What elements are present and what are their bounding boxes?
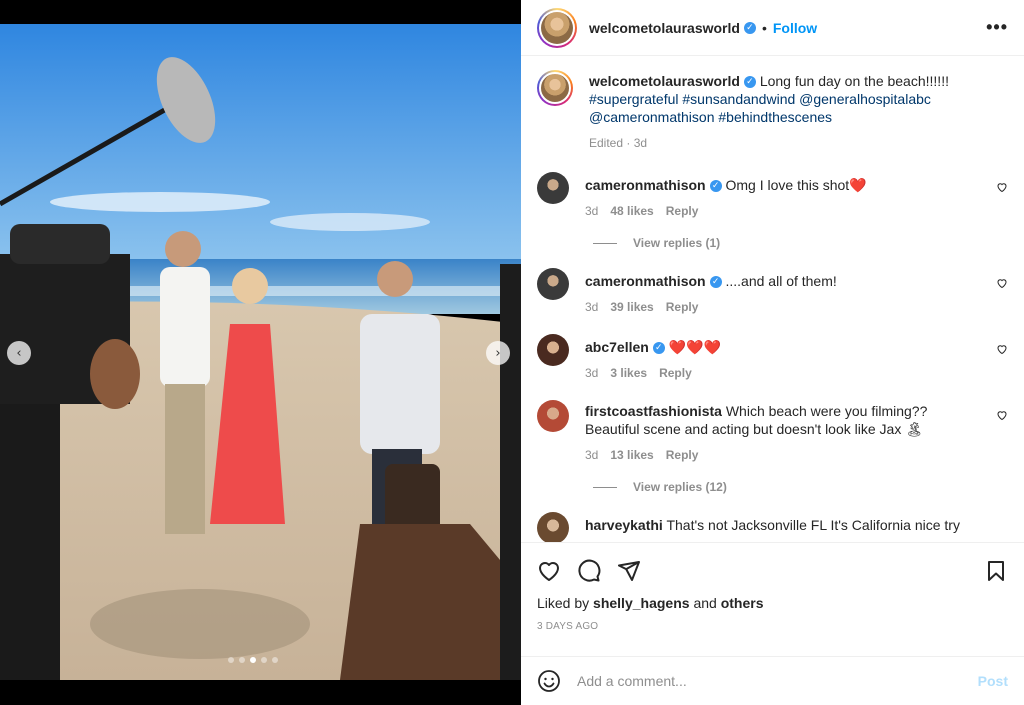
caption-text: Long fun day on the beach!!!!!! <box>759 73 949 89</box>
comment-likes[interactable]: 3 likes <box>610 366 647 380</box>
author-avatar[interactable] <box>537 7 577 48</box>
reply-button[interactable]: Reply <box>666 448 699 462</box>
heart-emoji: ❤️ <box>849 177 867 193</box>
comment-username[interactable]: cameronmathison <box>585 273 706 289</box>
save-bookmark-icon[interactable] <box>984 559 1008 583</box>
verified-icon: ✓ <box>652 342 665 355</box>
view-replies-label: View replies (1) <box>633 236 721 250</box>
comment-avatar[interactable] <box>537 334 569 366</box>
like-comment-heart-icon[interactable] <box>996 181 1008 193</box>
add-comment-bar: Post <box>521 656 1024 705</box>
comment-text: That's not Jacksonville FL It's Californ… <box>666 517 960 533</box>
comment-input[interactable] <box>577 673 978 689</box>
caption-meta: Edited · 3d <box>589 136 648 150</box>
liked-by-and: and <box>693 595 717 611</box>
author-username[interactable]: welcometolaurasworld <box>589 20 740 36</box>
post-panel: welcometolaurasworld ✓ • Follow ••• welc… <box>521 0 1024 705</box>
reply-button[interactable]: Reply <box>659 366 692 380</box>
caption-avatar[interactable] <box>537 70 573 106</box>
like-comment-heart-icon[interactable] <box>996 343 1008 355</box>
comment-row: cameronmathison ✓ ....and all of them! 3d… <box>537 268 1008 316</box>
emoji-smiley-icon[interactable] <box>537 669 561 693</box>
caption: welcometolaurasworld ✓ Long fun day on th… <box>537 70 1008 152</box>
view-replies-button[interactable]: View replies (1) <box>593 236 1008 250</box>
comment-row: firstcoastfashionista Which beach were y… <box>537 400 1008 464</box>
chevron-left-icon: ‹ <box>16 345 22 361</box>
verified-icon: ✓ <box>743 76 756 89</box>
avatar-image <box>541 11 573 44</box>
comment-row: harveykathi That's not Jacksonville FL I… <box>537 512 1008 542</box>
likes-summary: Liked by shelly_hagens and others <box>537 595 1008 611</box>
carousel-dot-active[interactable] <box>250 657 256 663</box>
carousel-dots <box>228 657 278 663</box>
liked-by-prefix: Liked by <box>537 595 590 611</box>
post-comment-button[interactable]: Post <box>978 673 1008 689</box>
comment-text: Omg I love this shot <box>725 177 850 193</box>
comment-row: abc7ellen ✓ ❤️❤️❤️ 3d 3 likes Reply <box>537 334 1008 382</box>
caption-hashtags[interactable]: #supergrateful #sunsandandwind @generalh… <box>589 91 931 125</box>
post-date: 3 DAYS AGO <box>537 621 599 632</box>
share-paper-plane-icon[interactable] <box>617 559 641 583</box>
post-media: ‹ › <box>0 0 521 705</box>
comment-age: 3d <box>585 366 599 380</box>
separator-dot: • <box>761 19 767 36</box>
view-replies-button[interactable]: View replies (12) <box>593 480 1008 494</box>
island-emoji: 🏝 <box>905 421 923 437</box>
comment-likes[interactable]: 13 likes <box>610 448 653 462</box>
carousel-dot[interactable] <box>261 657 267 663</box>
comment-avatar[interactable] <box>537 172 569 204</box>
comment-age: 3d <box>585 300 599 314</box>
reply-button[interactable]: Reply <box>666 300 699 314</box>
comment-text: ....and all of them! <box>725 273 837 289</box>
comment-bubble-icon[interactable] <box>577 559 601 583</box>
post-photo[interactable] <box>0 24 521 680</box>
comment-username[interactable]: cameronmathison <box>585 177 706 193</box>
comment-username[interactable]: abc7ellen <box>585 339 649 355</box>
verified-icon: ✓ <box>743 21 756 34</box>
replies-line <box>593 486 617 488</box>
comment-avatar[interactable] <box>537 268 569 300</box>
carousel-next-button[interactable]: › <box>486 341 510 365</box>
comment-meta: 3d 48 likes Reply <box>585 202 1008 220</box>
post-header: welcometolaurasworld ✓ • Follow ••• <box>521 0 1024 56</box>
comment-age: 3d <box>585 448 599 462</box>
comment-username[interactable]: harveykathi <box>585 517 663 533</box>
comment-meta: 3d 13 likes Reply <box>585 446 968 464</box>
view-replies-label: View replies (12) <box>633 480 727 494</box>
like-comment-heart-icon[interactable] <box>996 277 1008 289</box>
post-actions: Liked by shelly_hagens and others 3 DAYS… <box>521 542 1024 632</box>
comment-avatar[interactable] <box>537 512 569 542</box>
liked-by-user[interactable]: shelly_hagens <box>593 595 690 611</box>
comment-row: cameronmathison ✓ Omg I love this shot❤️ … <box>537 172 1008 220</box>
comment-likes[interactable]: 39 likes <box>610 300 653 314</box>
heart-emoji: ❤️❤️❤️ <box>668 339 722 355</box>
comments-list[interactable]: welcometolaurasworld ✓ Long fun day on th… <box>521 57 1024 542</box>
verified-icon: ✓ <box>709 180 722 193</box>
carousel-dot[interactable] <box>239 657 245 663</box>
carousel-dot[interactable] <box>228 657 234 663</box>
action-icons <box>537 557 1008 585</box>
chevron-right-icon: › <box>495 345 501 361</box>
caption-username[interactable]: welcometolaurasworld <box>589 73 740 89</box>
comment-meta: 3d 39 likes Reply <box>585 298 1008 316</box>
comment-username[interactable]: firstcoastfashionista <box>585 403 722 419</box>
verified-icon: ✓ <box>709 276 722 289</box>
more-options-icon[interactable]: ••• <box>986 17 1008 38</box>
carousel-prev-button[interactable]: ‹ <box>7 341 31 365</box>
liked-by-others[interactable]: others <box>721 595 764 611</box>
like-comment-heart-icon[interactable] <box>996 409 1008 421</box>
comment-meta: 3d 3 likes Reply <box>585 364 1008 382</box>
comment-avatar[interactable] <box>537 400 569 432</box>
beach-scene-image <box>0 24 521 680</box>
reply-button[interactable]: Reply <box>666 204 699 218</box>
like-heart-icon[interactable] <box>537 559 561 583</box>
comment-likes[interactable]: 48 likes <box>610 204 653 218</box>
carousel-dot[interactable] <box>272 657 278 663</box>
comment-age: 3d <box>585 204 599 218</box>
follow-button[interactable]: Follow <box>773 20 817 36</box>
replies-line <box>593 242 617 244</box>
